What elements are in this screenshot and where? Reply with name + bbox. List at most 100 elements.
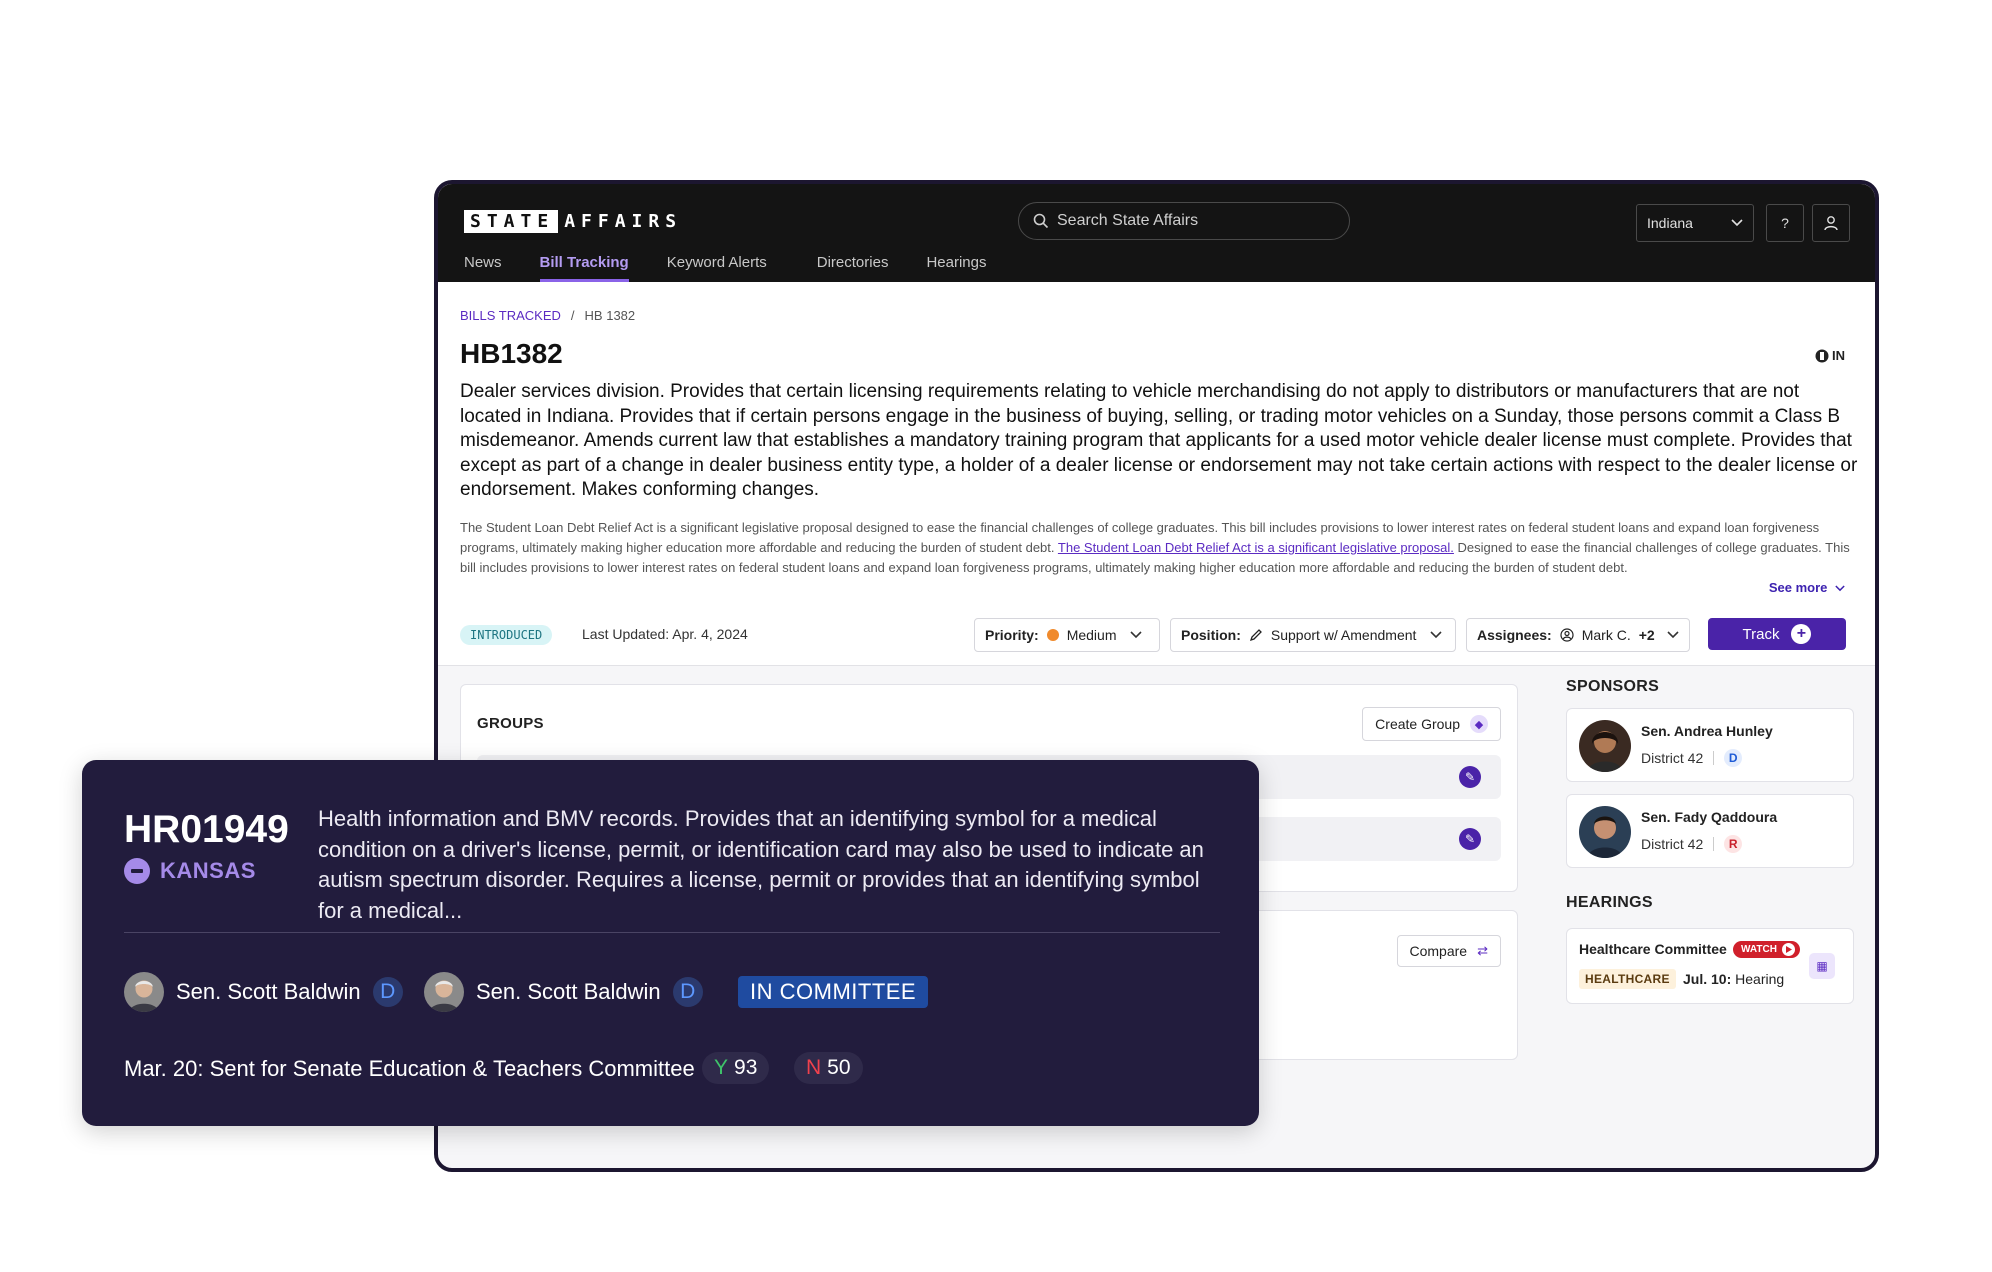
sponsor-name[interactable]: Sen. Andrea Hunley (1641, 723, 1773, 739)
compare-label: Compare (1409, 943, 1468, 959)
bill-summary: The Student Loan Debt Relief Act is a si… (460, 518, 1860, 578)
logo-affairs: AFFAIRS (564, 211, 683, 232)
watch-label: WATCH (1741, 944, 1777, 955)
create-group-label: Create Group (1375, 716, 1460, 732)
bill-preview-card[interactable]: HR01949 KANSAS Health information and BM… (82, 760, 1259, 1126)
party-badge: R (1724, 835, 1743, 853)
vote-yes-count: 93 (734, 1056, 758, 1079)
chevron-down-icon (1130, 631, 1143, 639)
track-label: Track (1742, 625, 1780, 643)
chevron-down-icon (1835, 585, 1845, 592)
logo-state: STATE (464, 210, 559, 233)
see-more-label: See more (1768, 580, 1828, 595)
divider (1713, 751, 1715, 765)
edit-icon[interactable]: ✎ (1459, 828, 1481, 850)
state-tag: IN (1815, 348, 1845, 363)
sponsor-name[interactable]: Sen. Fady Qaddoura (1641, 809, 1777, 825)
status-row: INTRODUCED Last Updated: Apr. 4, 2024 Pr… (460, 618, 1858, 652)
bill-description: Dealer services division. Provides that … (460, 381, 1858, 500)
create-group-button[interactable]: Create Group ◆ (1362, 707, 1501, 741)
position-dropdown[interactable]: Position: Support w/ Amendment (1170, 618, 1456, 652)
position-value: Support w/ Amendment (1270, 627, 1417, 643)
help-button[interactable]: ? (1766, 204, 1804, 242)
overlay-sponsor[interactable]: Sen. Scott Baldwin D (124, 972, 403, 1012)
bill-header-panel: BILLS TRACKED / HB 1382 HB1382 IN Dealer… (438, 282, 1875, 666)
search-bar[interactable] (1018, 202, 1350, 240)
assignees-value: Mark C. (1581, 627, 1631, 643)
breadcrumb-separator: / (570, 308, 575, 323)
hearing-date: Jul. 10: Hearing (1683, 971, 1784, 987)
account-button[interactable] (1812, 204, 1850, 242)
breadcrumb: BILLS TRACKED / HB 1382 (460, 308, 635, 323)
compare-button[interactable]: Compare ⇄ (1396, 935, 1501, 967)
assignees-extra: +2 (1638, 627, 1655, 643)
nav-directories[interactable]: Directories (817, 254, 889, 282)
position-label: Position: (1181, 627, 1241, 643)
help-icon: ? (1781, 215, 1789, 231)
vote-yes-label: Y (714, 1056, 729, 1079)
sponsor-district: District 42 R (1641, 835, 1743, 853)
overlay-state-label: KANSAS (160, 858, 256, 883)
top-bar: STATE AFFAIRS Indiana ? News Bill Tracki… (438, 184, 1875, 282)
bill-title: HB1382 (460, 338, 563, 369)
stage: STATE AFFAIRS Indiana ? News Bill Tracki… (0, 0, 1992, 1272)
topic-tag: HEALTHCARE (1579, 969, 1676, 989)
track-button[interactable]: Track + (1708, 618, 1846, 650)
overlay-sponsor[interactable]: Sen. Scott Baldwin D (424, 972, 703, 1012)
hearing-date-type: Hearing (1731, 971, 1785, 987)
search-input[interactable] (1057, 212, 1327, 230)
sponsors-title: SPONSORS (1566, 678, 1660, 695)
last-updated: Last Updated: Apr. 4, 2024 (582, 626, 748, 642)
state-selector[interactable]: Indiana (1636, 204, 1754, 242)
overlay-sponsor-name: Sen. Scott Baldwin (476, 979, 661, 1004)
layers-icon: ◆ (1470, 715, 1488, 733)
sponsor-card[interactable]: Sen. Fady Qaddoura District 42 R (1566, 794, 1854, 868)
overlay-status-badge: IN COMMITTEE (738, 976, 929, 1008)
party-badge: D (1724, 749, 1743, 767)
nav-bill-tracking[interactable]: Bill Tracking (539, 254, 629, 282)
priority-label: Priority: (985, 627, 1039, 643)
breadcrumb-bills-tracked[interactable]: BILLS TRACKED (460, 308, 561, 323)
priority-dot-icon (1046, 629, 1059, 641)
status-badge: INTRODUCED (460, 625, 553, 645)
user-icon (1824, 216, 1838, 231)
assignees-label: Assignees: (1477, 627, 1552, 643)
vote-yes: Y 93 (702, 1052, 770, 1084)
overlay-sponsor-name: Sen. Scott Baldwin (176, 979, 361, 1004)
nav-keyword-alerts[interactable]: Keyword Alerts (667, 254, 767, 282)
nav-hearings[interactable]: Hearings (926, 254, 986, 282)
divider (1713, 837, 1715, 851)
sponsor-card[interactable]: Sen. Andrea Hunley District 42 D (1566, 708, 1854, 782)
compare-icon: ⇄ (1477, 943, 1488, 958)
user-circle-icon (1560, 628, 1574, 642)
summary-link[interactable]: The Student Loan Debt Relief Act is a si… (1058, 540, 1454, 555)
logo[interactable]: STATE AFFAIRS (464, 210, 682, 233)
priority-value: Medium (1066, 627, 1117, 643)
divider (124, 932, 1220, 933)
kansas-state-icon (124, 858, 150, 884)
hearings-title: HEARINGS (1566, 894, 1653, 911)
plus-icon: + (1791, 624, 1812, 644)
avatar (1579, 720, 1631, 772)
overlay-bill-id: HR01949 (124, 808, 289, 851)
hearing-date-strong: Jul. 10: (1683, 971, 1732, 987)
priority-dropdown[interactable]: Priority: Medium (974, 618, 1160, 652)
sponsor-district: District 42 D (1641, 749, 1743, 767)
nav-news[interactable]: News (464, 254, 502, 282)
edit-icon[interactable]: ✎ (1459, 766, 1481, 788)
groups-title: GROUPS (477, 715, 544, 732)
watch-button[interactable]: WATCH (1733, 941, 1800, 958)
hearing-card[interactable]: Healthcare Committee WATCH HEALTHCARE Ju… (1566, 928, 1854, 1004)
play-icon (1781, 943, 1795, 956)
avatar (124, 972, 164, 1012)
overlay-description: Health information and BMV records. Prov… (318, 806, 1204, 923)
vote-no-count: 50 (827, 1056, 851, 1079)
calendar-icon[interactable]: ▦ (1809, 953, 1835, 979)
vote-no: N 50 (794, 1052, 863, 1084)
state-code: IN (1832, 348, 1845, 363)
see-more-link[interactable]: See more (1769, 580, 1845, 595)
assignees-dropdown[interactable]: Assignees: Mark C. +2 (1466, 618, 1690, 652)
chevron-down-icon (1731, 219, 1743, 227)
search-icon (1033, 213, 1049, 229)
vote-no-label: N (806, 1056, 822, 1079)
